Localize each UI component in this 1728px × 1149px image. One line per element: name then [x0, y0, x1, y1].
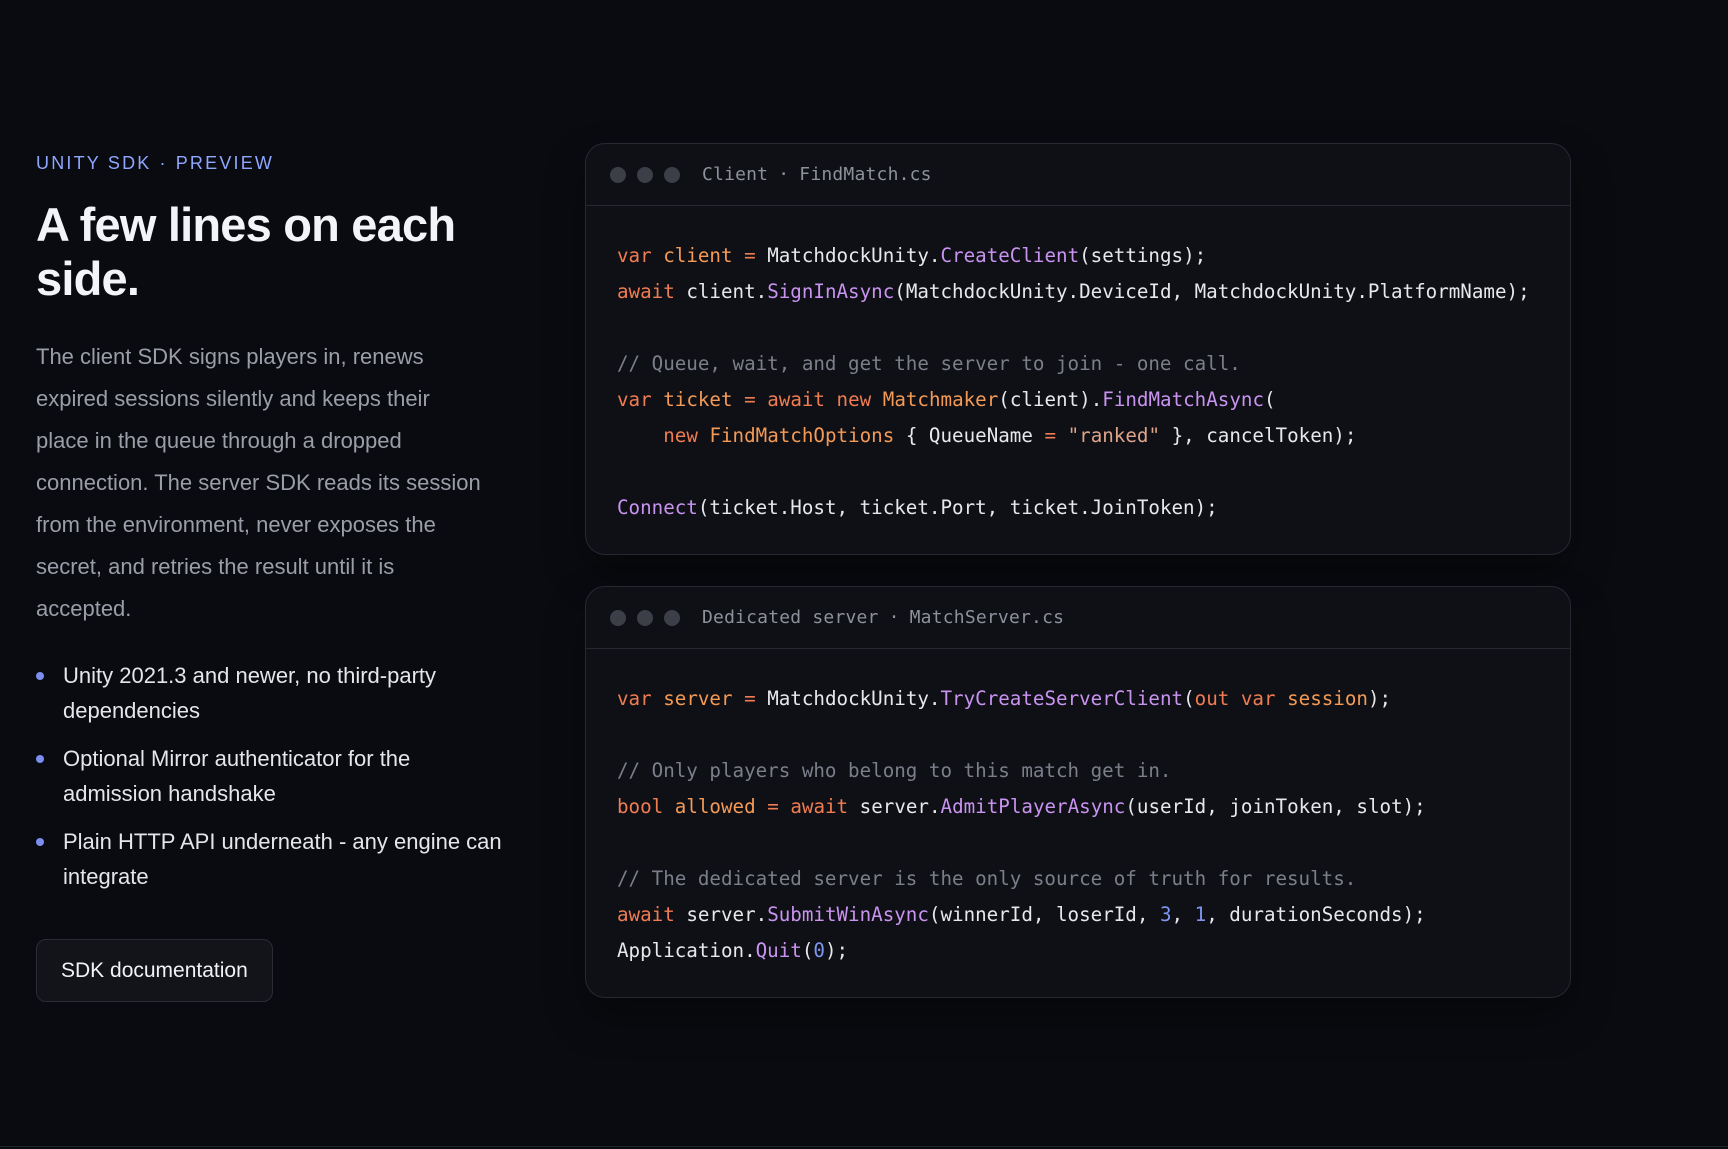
code-card-title: Dedicated server · MatchServer.cs — [702, 607, 1064, 628]
feature-text: Optional Mirror authenticator for the ad… — [63, 746, 411, 806]
feature-item: Unity 2021.3 and newer, no third-party d… — [36, 658, 506, 728]
code-comment: // The dedicated server is the only sour… — [617, 867, 1357, 890]
code-card-filename: MatchServer.cs — [909, 607, 1065, 628]
window-dots — [610, 609, 680, 626]
code-comment: // Queue, wait, and get the server to jo… — [617, 352, 1241, 375]
code-block: var client = MatchdockUnity.CreateClient… — [586, 206, 1570, 526]
code-line: await client.SignInAsync(MatchdockUnity.… — [617, 280, 1530, 303]
feature-text: Plain HTTP API underneath - any engine c… — [63, 829, 502, 889]
code-line: await server.SubmitWinAsync(winnerId, lo… — [617, 903, 1426, 926]
window-dot-icon — [664, 166, 680, 183]
code-card-separator: · — [778, 164, 790, 185]
intro-section: UNITY SDK · PREVIEW A few lines on each si… — [36, 150, 506, 1002]
window-dot-icon — [637, 166, 653, 183]
bullet-icon — [36, 755, 44, 763]
feature-list: Unity 2021.3 and newer, no third-party d… — [36, 658, 506, 894]
code-comment: // Only players who belong to this match… — [617, 759, 1172, 782]
window-dot-icon — [664, 609, 680, 626]
page: UNITY SDK · PREVIEW A few lines on each si… — [0, 0, 1728, 1149]
code-line: var server = MatchdockUnity.TryCreateSer… — [617, 687, 1392, 710]
code-card-header: Dedicated server · MatchServer.cs — [586, 587, 1570, 649]
eyebrow-status: PREVIEW — [175, 153, 275, 173]
server-code-card: Dedicated server · MatchServer.cs var serv… — [585, 586, 1571, 998]
window-dot-icon — [637, 609, 653, 626]
code-line: var client = MatchdockUnity.CreateClient… — [617, 244, 1207, 267]
divider — [0, 1146, 1728, 1147]
client-code-card: Client · FindMatch.cs var client = Matchdo… — [585, 143, 1571, 555]
window-dot-icon — [610, 166, 626, 183]
bullet-icon — [36, 672, 44, 680]
bullet-icon — [36, 838, 44, 846]
code-card-label: Dedicated server — [702, 607, 879, 628]
eyebrow-separator: · — [159, 153, 168, 173]
code-line: bool allowed = await server.AdmitPlayerA… — [617, 795, 1426, 818]
section-title: A few lines on each side. — [36, 198, 456, 305]
code-card-filename: FindMatch.cs — [799, 164, 932, 185]
code-card-label: Client — [702, 164, 769, 185]
window-dots — [610, 166, 680, 183]
code-line: Application.Quit(0); — [617, 939, 849, 962]
code-line: Connect(ticket.Host, ticket.Port, ticket… — [617, 496, 1218, 519]
sdk-documentation-button[interactable]: SDK documentation — [36, 939, 273, 1002]
code-card-title: Client · FindMatch.cs — [702, 164, 932, 185]
code-card-separator: · — [888, 607, 900, 628]
section-description: The client SDK signs players in, renews … — [36, 344, 481, 621]
code-block: var server = MatchdockUnity.TryCreateSer… — [586, 649, 1570, 969]
eyebrow: UNITY SDK · PREVIEW — [36, 150, 506, 176]
feature-text: Unity 2021.3 and newer, no third-party d… — [63, 663, 437, 723]
code-line: var ticket = await new Matchmaker(client… — [617, 388, 1276, 411]
feature-item: Plain HTTP API underneath - any engine c… — [36, 824, 506, 894]
feature-item: Optional Mirror authenticator for the ad… — [36, 741, 506, 811]
eyebrow-product: UNITY SDK — [36, 153, 152, 173]
code-line: new FindMatchOptions { QueueName = "rank… — [663, 424, 1357, 447]
code-card-header: Client · FindMatch.cs — [586, 144, 1570, 206]
window-dot-icon — [610, 609, 626, 626]
